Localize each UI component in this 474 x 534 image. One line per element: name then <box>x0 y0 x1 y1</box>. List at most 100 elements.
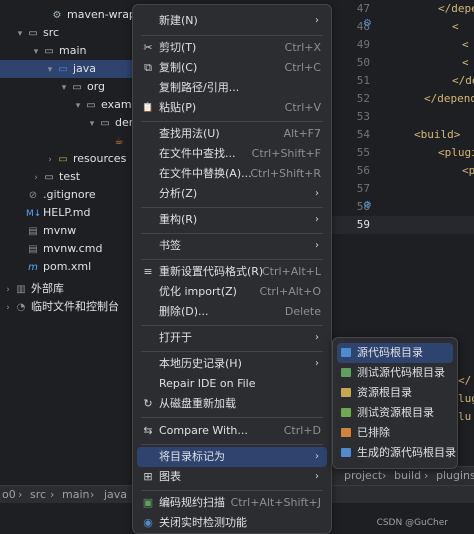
menu-item-replace-in-files[interactable]: 在文件中替换(A)... Ctrl+Shift+R <box>137 164 327 184</box>
tree-item-src[interactable]: ▾ ▭ src <box>0 24 154 42</box>
resources-root-folder-icon <box>341 388 351 397</box>
menu-separator <box>141 207 323 208</box>
context-menu: 新建(N) › ✂ 剪切(T) Ctrl+X ⧉ 复制(C) Ctrl+C 复制路径/引用… <box>132 4 332 534</box>
menu-item-label: 重构(R) <box>159 213 198 226</box>
breadcrumb-separator: › <box>424 469 429 482</box>
status-path-separator: › <box>50 488 55 501</box>
line-number: 49 <box>356 38 370 51</box>
menu-item-copy[interactable]: ⧉ 复制(C) Ctrl+C <box>137 58 327 78</box>
breadcrumb-plugins[interactable]: plugins <box>436 469 474 482</box>
submenu-item-generated-sources-root[interactable]: 生成的源代码根目录 <box>337 443 456 463</box>
menu-item-reload-from-disk[interactable]: ↻ 从磁盘重新加载 <box>137 394 327 414</box>
diagram-icon: ⊞ <box>143 470 153 483</box>
tree-item-label: 外部库 <box>31 282 64 295</box>
chevron-right-icon: › <box>315 240 319 251</box>
menu-separator <box>141 351 323 352</box>
code-line: < <box>452 20 459 33</box>
menu-separator <box>141 417 323 418</box>
tree-item-label: pom.xml <box>43 260 92 273</box>
submenu-item-sources-root[interactable]: 源代码根目录 <box>337 343 453 363</box>
status-path-java[interactable]: java <box>104 488 127 501</box>
line-number: 57 <box>356 182 370 195</box>
line-number: 50 <box>356 56 370 69</box>
chevron-right-icon[interactable]: › <box>44 151 56 169</box>
watermark: CSDN @GuCher <box>376 518 448 528</box>
menu-item-copy-path[interactable]: 复制路径/引用... <box>137 78 327 98</box>
code-line: <plugi <box>438 146 474 159</box>
editor-breadcrumb: project › build › plugins <box>330 466 474 486</box>
tree-item-label: resources <box>73 152 127 165</box>
menu-item-label: 复制路径/引用... <box>159 81 240 94</box>
menu-item-disable-realtime-check[interactable]: ◉ 关闭实时检测功能 <box>137 513 327 533</box>
breadcrumb-project[interactable]: project <box>344 469 382 482</box>
folder-icon: ▭ <box>28 28 38 39</box>
tree-item-external-libraries[interactable]: › ▥ 外部库 <box>0 280 142 298</box>
submenu-item-resources-root[interactable]: 资源根目录 <box>337 383 453 403</box>
menu-item-mark-directory-as[interactable]: 将目录标记为 › <box>137 447 327 467</box>
chevron-right-icon[interactable]: › <box>30 169 42 187</box>
menu-item-new[interactable]: 新建(N) › <box>137 11 327 31</box>
code-line: < <box>462 56 469 69</box>
compare-icon: ⇆ <box>143 424 153 437</box>
submenu-item-excluded[interactable]: 已排除 <box>337 423 453 443</box>
chevron-down-icon[interactable]: ▾ <box>86 115 98 133</box>
code-line: </depender <box>424 92 474 105</box>
status-path-main[interactable]: main <box>62 488 89 501</box>
menu-separator <box>141 490 323 491</box>
menu-item-repair-ide[interactable]: Repair IDE on File <box>137 374 327 394</box>
status-path-root[interactable]: o0 <box>2 488 16 501</box>
breadcrumb-build[interactable]: build <box>394 469 421 482</box>
chevron-down-icon[interactable]: ▾ <box>14 25 26 43</box>
menu-item-code-scan[interactable]: ▣ 编码规约扫描 Ctrl+Alt+Shift+J <box>137 493 327 513</box>
package-icon: ▭ <box>72 82 82 93</box>
chevron-down-icon[interactable]: ▾ <box>44 61 56 79</box>
test-resources-root-folder-icon <box>341 408 351 417</box>
copy-icon: ⧉ <box>144 61 152 74</box>
menu-item-bookmarks[interactable]: 书签 › <box>137 236 327 256</box>
menu-item-reformat-code[interactable]: ≡ 重新设置代码格式(R) Ctrl+Alt+L <box>137 262 327 282</box>
menu-separator <box>141 325 323 326</box>
tree-item-scratches[interactable]: › ◔ 临时文件和控制台 <box>0 298 142 316</box>
menu-item-label: 剪切(T) <box>159 41 197 54</box>
library-icon: ▥ <box>16 284 26 295</box>
menu-item-cut[interactable]: ✂ 剪切(T) Ctrl+X <box>137 38 327 58</box>
submenu-item-test-resources-root[interactable]: 测试资源根目录 <box>337 403 453 423</box>
tree-item-label: src <box>43 26 60 39</box>
chevron-right-icon: › <box>315 471 319 482</box>
chevron-right-icon[interactable]: › <box>2 299 14 317</box>
run-gutter-icon[interactable]: ⚙ <box>363 200 373 211</box>
submenu-item-label: 源代码根目录 <box>357 346 423 359</box>
menu-item-local-history[interactable]: 本地历史记录(H) › <box>137 354 327 374</box>
code-line: </depe <box>438 2 474 15</box>
menu-item-find-in-files[interactable]: 在文件中查找... Ctrl+Shift+F <box>137 144 327 164</box>
menu-item-paste[interactable]: 📋 粘贴(P) Ctrl+V <box>137 98 327 118</box>
chevron-down-icon[interactable]: ▾ <box>30 43 42 61</box>
project-tree: ⚙ maven-wrapp ▾ ▭ src ▾ ▭ main ▾ ▭ java ▾ ▭ org ▾… <box>0 0 184 485</box>
chevron-down-icon[interactable]: ▾ <box>72 97 84 115</box>
menu-item-label: 打开于 <box>159 331 192 344</box>
menu-item-optimize-imports[interactable]: 优化 import(Z) Ctrl+Alt+O <box>137 282 327 302</box>
menu-item-refactor[interactable]: 重构(R) › <box>137 210 327 230</box>
chevron-right-icon[interactable]: › <box>2 281 14 299</box>
menu-item-open-in[interactable]: 打开于 › <box>137 328 327 348</box>
menu-item-compare-with[interactable]: ⇆ Compare With... Ctrl+D <box>137 421 327 441</box>
submenu-item-test-sources-root[interactable]: 测试源代码根目录 <box>337 363 453 383</box>
run-gutter-icon[interactable]: ⚙ <box>363 18 373 29</box>
menu-item-label: 粘贴(P) <box>159 101 197 114</box>
line-number: 59 <box>356 218 370 231</box>
paste-icon: 📋 <box>142 103 154 113</box>
tree-item-label: 临时文件和控制台 <box>31 300 119 313</box>
menu-item-delete[interactable]: 删除(D)... Delete <box>137 302 327 322</box>
chevron-down-icon[interactable]: ▾ <box>58 79 70 97</box>
menu-item-find-usages[interactable]: 查找用法(U) Alt+F7 <box>137 124 327 144</box>
test-sources-root-folder-icon <box>341 368 351 377</box>
status-path-src[interactable]: src <box>30 488 46 501</box>
menu-item-label: 从磁盘重新加载 <box>159 397 236 410</box>
menu-separator <box>141 233 323 234</box>
submenu-item-label: 测试源代码根目录 <box>357 366 445 379</box>
scan-icon: ▣ <box>142 496 154 509</box>
menu-item-analyze[interactable]: 分析(Z) › <box>137 184 327 204</box>
code-line: <p <box>462 164 474 177</box>
tree-item-label: mvnw.cmd <box>43 242 103 255</box>
menu-item-diagrams[interactable]: ⊞ 图表 › <box>137 467 327 487</box>
